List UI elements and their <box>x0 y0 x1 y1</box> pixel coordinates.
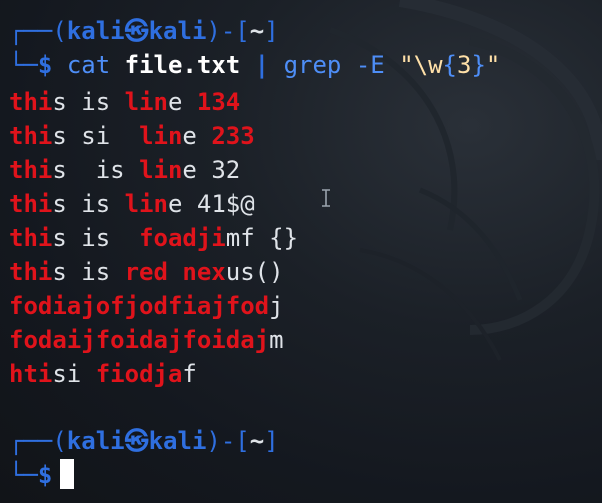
output-text: s is <box>52 88 125 116</box>
prompt-header-2: ┌──(kali㉿kali)-[~] <box>9 424 279 458</box>
output-text: mf {} <box>225 224 299 252</box>
output-line: this is line 41$@ <box>9 187 255 221</box>
match-highlight: 134 <box>196 88 241 116</box>
output-line: fodaijfoidajfoidajm <box>9 323 284 357</box>
prompt-host: kali <box>148 427 207 455</box>
block-cursor <box>60 459 75 489</box>
command-pattern-end: " <box>485 51 501 79</box>
prompt-host: kali <box>148 17 207 45</box>
output-line: htisi fiodjaf <box>9 357 197 391</box>
prompt-frame-lower: └─ <box>9 461 38 489</box>
command-brace-open: { <box>442 51 457 79</box>
match-highlight: lin <box>124 190 168 218</box>
output-line: fodiajofjodfiajfodj <box>9 289 284 323</box>
prompt-frame-close: ] <box>264 427 279 455</box>
match-highlight: thi <box>9 88 53 116</box>
prompt-user: kali <box>66 427 125 455</box>
output-text: si <box>52 360 96 388</box>
output-text: s si <box>52 122 140 150</box>
match-highlight: thi <box>9 190 53 218</box>
output-text: us() <box>225 258 284 286</box>
command-file-arg: file.txt <box>124 51 241 79</box>
match-highlight: lin <box>124 88 168 116</box>
output-text: s is <box>52 190 125 218</box>
prompt-frame-open: ┌──( <box>9 17 67 45</box>
match-highlight: thi <box>9 122 53 150</box>
input-line[interactable]: └─$ <box>9 458 75 492</box>
prompt-frame-mid: )-[ <box>206 427 250 455</box>
match-highlight: fodiajofjodfiajfod <box>9 292 270 320</box>
output-line: this is line 134 <box>9 85 240 119</box>
output-line: this is foadjimf {} <box>9 221 298 255</box>
command-flag: -E <box>355 51 385 79</box>
output-text: f <box>182 360 197 388</box>
prompt-path: ~ <box>249 427 265 455</box>
output-text: e 41$@ <box>167 190 255 218</box>
output-line: this is line 32 <box>9 153 240 187</box>
prompt-frame-lower: └─ <box>9 51 38 79</box>
prompt-at-symbol: ㉿ <box>124 427 149 455</box>
match-highlight: hti <box>9 360 53 388</box>
i-beam-icon <box>322 189 330 207</box>
match-highlight: thi <box>9 224 53 252</box>
terminal-window[interactable]: ┌──(kali㉿kali)-[~] └─$ cat file.txt | gr… <box>0 0 602 503</box>
command-brace-close: } <box>471 51 486 79</box>
output-text: e 32 <box>182 156 241 184</box>
output-text: s is <box>52 156 140 184</box>
match-highlight: fiodja <box>95 360 183 388</box>
prompt-at-symbol: ㉿ <box>124 17 149 45</box>
prompt-user: kali <box>66 17 125 45</box>
command-quantifier: 3 <box>457 51 472 79</box>
output-text: e <box>167 88 197 116</box>
output-text: e <box>182 122 212 150</box>
output-text: s is <box>52 258 125 286</box>
match-highlight: thi <box>9 156 53 184</box>
match-highlight: red nex <box>124 258 226 286</box>
output-text: m <box>269 326 284 354</box>
command-grep: grep <box>283 51 342 79</box>
prompt-dollar: $ <box>37 51 53 79</box>
output-text: s is <box>52 224 140 252</box>
prompt-frame-close: ] <box>264 17 279 45</box>
output-text: j <box>269 292 284 320</box>
command-cat: cat <box>66 51 111 79</box>
prompt-path: ~ <box>249 17 265 45</box>
match-highlight: thi <box>9 258 53 286</box>
match-highlight: 233 <box>211 122 255 150</box>
match-highlight: fodaijfoidajfoidaj <box>9 326 270 354</box>
command-line: └─$ cat file.txt | grep -E "\w{3}" <box>9 48 500 82</box>
match-highlight: lin <box>139 122 183 150</box>
output-line: this si line 233 <box>9 119 255 153</box>
prompt-frame-mid: )-[ <box>206 17 250 45</box>
match-highlight: foadji <box>139 224 226 252</box>
prompt-dollar: $ <box>37 461 53 489</box>
match-highlight: lin <box>139 156 183 184</box>
prompt-frame-open: ┌──( <box>9 427 67 455</box>
prompt-header: ┌──(kali㉿kali)-[~] <box>9 14 279 48</box>
output-line: this is red nexus() <box>9 255 284 289</box>
command-pipe: | <box>254 51 270 79</box>
command-pattern-start: "\w <box>399 51 443 79</box>
